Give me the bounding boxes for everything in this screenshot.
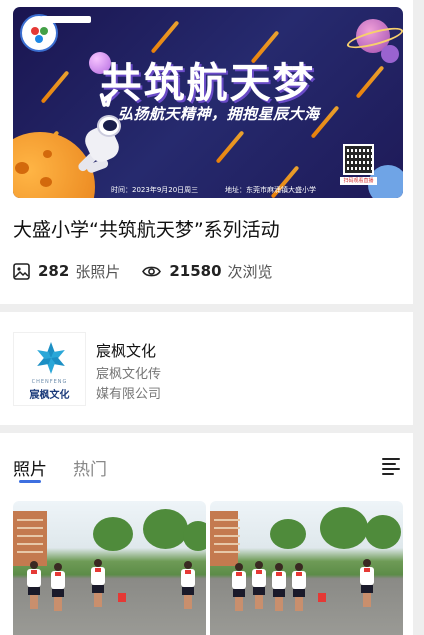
organizer-logo-en: CHENFENG: [31, 379, 68, 385]
tab-photos[interactable]: 照片: [13, 455, 47, 480]
photo-count: 282: [38, 262, 70, 280]
photo-count-unit: 张照片: [75, 262, 121, 281]
active-tab-indicator: [19, 480, 41, 483]
banner-subtitle: 弘扬航天精神，拥抱星辰大海: [118, 105, 320, 123]
event-card: 共筑航天梦 弘扬航天精神，拥抱星辰大海 扫码观看直播 时间：2023年9月20日…: [0, 0, 413, 304]
tab-popular[interactable]: 热门: [73, 455, 107, 480]
organizer-name[interactable]: 宸枫文化: [96, 340, 156, 361]
school-name-strip: [41, 16, 91, 23]
banner-address: 地址：东莞市麻涌镇大盛小学: [225, 186, 316, 194]
qr-label: 扫码观看直播: [340, 177, 377, 185]
list-menu-icon[interactable]: [382, 457, 400, 475]
gallery-card: 照片 热门: [0, 433, 413, 635]
snowflake-logo-icon: [37, 342, 65, 374]
gallery-photo[interactable]: [13, 501, 206, 635]
organizer-card[interactable]: CHENFENG 宸枫文化 宸枫文化 宸枫文化传媒有限公司: [0, 312, 413, 425]
organizer-logo-cn: 宸枫文化: [29, 390, 70, 401]
view-count-unit: 次浏览: [227, 262, 273, 281]
astronaut-illustration: [76, 113, 131, 175]
banner-time: 时间：2023年9月20日周三: [111, 186, 199, 194]
organizer-logo: CHENFENG 宸枫文化: [13, 332, 86, 406]
organizer-description: 宸枫文化传媒有限公司: [96, 367, 162, 402]
gallery-photo[interactable]: [210, 501, 403, 635]
event-banner[interactable]: 共筑航天梦 弘扬航天精神，拥抱星辰大海 扫码观看直播 时间：2023年9月20日…: [13, 7, 403, 198]
image-icon: [13, 262, 30, 280]
banner-title: 共筑航天梦: [100, 59, 316, 107]
event-stats: 282 张照片 21580 次浏览: [13, 261, 273, 281]
eye-icon: [142, 266, 162, 276]
view-count: 21580: [169, 262, 222, 280]
qr-code[interactable]: [343, 144, 374, 175]
event-title[interactable]: 大盛小学“共筑航天梦”系列活动: [13, 215, 280, 242]
